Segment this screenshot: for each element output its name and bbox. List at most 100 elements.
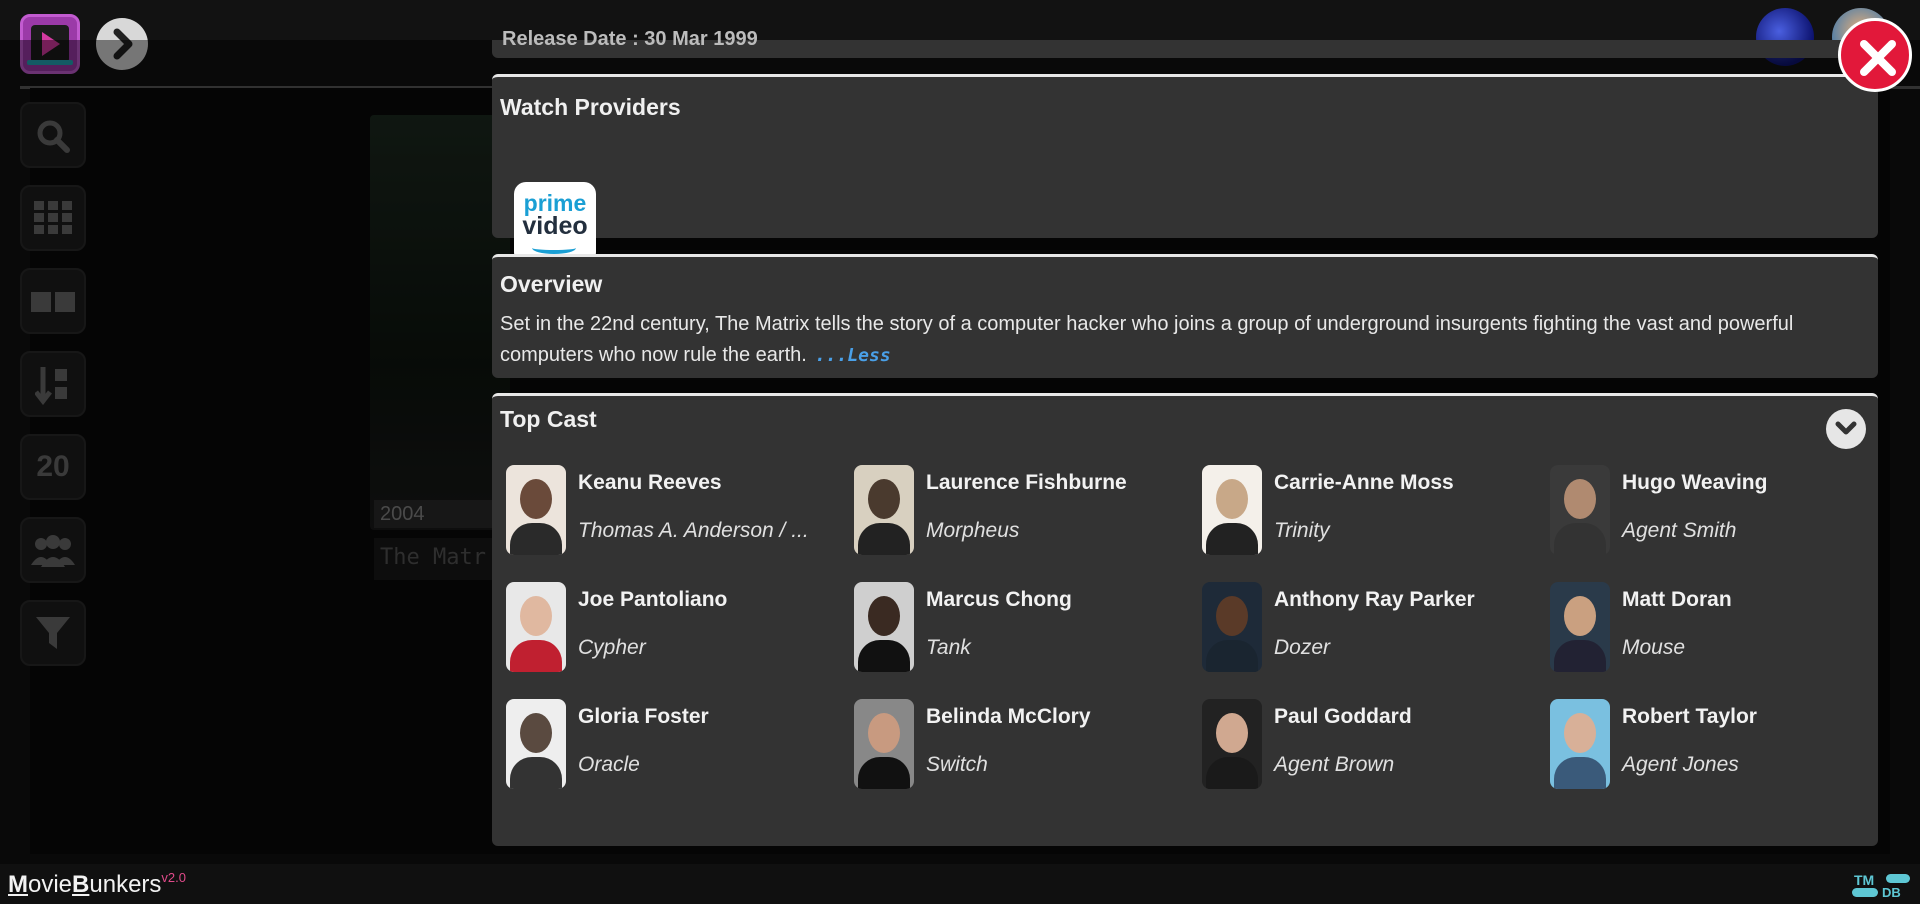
cast-member[interactable]: Paul Goddard Agent Brown (1202, 699, 1542, 791)
cast-photo-head (1564, 713, 1596, 753)
cast-role: Agent Jones (1622, 753, 1739, 776)
cast-name: Carrie-Anne Moss (1274, 471, 1454, 494)
cast-photo-head (1216, 713, 1248, 753)
cast-photo-body (510, 757, 562, 789)
cast-photo-head (868, 596, 900, 636)
cast-photo-head (520, 596, 552, 636)
cast-photo (1550, 699, 1610, 789)
cast-photo-head (868, 713, 900, 753)
cast-photo-body (510, 640, 562, 672)
cast-name: Robert Taylor (1622, 705, 1757, 728)
watch-providers-title: Watch Providers (500, 94, 681, 120)
cast-photo-body (1206, 757, 1258, 789)
brand-part-ovie: ovie (28, 871, 73, 898)
cast-photo-body (858, 640, 910, 672)
cast-member[interactable]: Carrie-Anne Moss Trinity (1202, 465, 1542, 557)
cast-member[interactable]: Joe Pantoliano Cypher (506, 582, 846, 674)
cast-name: Paul Goddard (1274, 705, 1412, 728)
cast-photo (1550, 582, 1610, 672)
release-date-text: Release Date : 30 Mar 1999 (502, 28, 758, 50)
cast-role: Switch (926, 753, 988, 776)
cast-member[interactable]: Matt Doran Mouse (1550, 582, 1890, 674)
cast-photo (1550, 465, 1610, 555)
watch-providers-panel: Watch Providers prime video (492, 74, 1878, 264)
show-less-link[interactable]: ...Less (815, 345, 891, 366)
close-modal-button[interactable] (1838, 18, 1912, 92)
cast-member[interactable]: Gloria Foster Oracle (506, 699, 846, 791)
brand-letter-m: M (8, 871, 28, 898)
movie-details-modal: Release Date : 30 Mar 1999 Watch Provide… (492, 28, 1878, 846)
cast-photo-body (1554, 757, 1606, 789)
cast-photo-body (1206, 523, 1258, 555)
cast-photo-body (858, 757, 910, 789)
cast-name: Marcus Chong (926, 588, 1072, 611)
cast-role: Morpheus (926, 519, 1020, 542)
cast-photo-head (868, 479, 900, 519)
cast-name: Keanu Reeves (578, 471, 722, 494)
cast-name: Gloria Foster (578, 705, 709, 728)
cast-name: Hugo Weaving (1622, 471, 1768, 494)
overview-panel: Overview Set in the 22nd century, The Ma… (492, 254, 1878, 378)
cast-photo (506, 699, 566, 789)
cast-photo-body (1554, 523, 1606, 555)
prime-video-provider[interactable]: prime video (514, 182, 596, 264)
cast-role: Trinity (1274, 519, 1330, 542)
top-cast-title: Top Cast (500, 406, 597, 432)
overview-text: Set in the 22nd century, The Matrix tell… (500, 309, 1872, 371)
overview-body: Set in the 22nd century, The Matrix tell… (500, 313, 1794, 366)
cast-member[interactable]: Keanu Reeves Thomas A. Anderson / ... (506, 465, 846, 557)
cast-photo-body (510, 523, 562, 555)
cast-photo (854, 582, 914, 672)
cast-photo-body (1554, 640, 1606, 672)
cast-photo-head (520, 713, 552, 753)
cast-member[interactable]: Laurence Fishburne Morpheus (854, 465, 1194, 557)
cast-photo (854, 699, 914, 789)
cast-photo (1202, 699, 1262, 789)
tmdb-pill-top (1886, 874, 1910, 883)
cast-role: Dozer (1274, 636, 1331, 659)
cast-name: Matt Doran (1622, 588, 1732, 611)
cast-photo (854, 465, 914, 555)
top-cast-panel: Top Cast Keanu Reeves Thomas A. Anderson … (492, 393, 1878, 846)
cast-photo (1202, 465, 1262, 555)
cast-role: Agent Brown (1274, 753, 1395, 776)
collapse-cast-button[interactable] (1826, 409, 1866, 449)
app-version: v2.0 (161, 870, 186, 885)
provider-logo-text-2: video (522, 212, 588, 240)
cast-photo (506, 465, 566, 555)
cast-role: Cypher (578, 636, 646, 659)
tmdb-text-bottom: DB (1882, 885, 1901, 900)
cast-photo-head (1216, 479, 1248, 519)
cast-photo (506, 582, 566, 672)
brand-letter-b: B (72, 871, 90, 898)
cast-name: Anthony Ray Parker (1274, 588, 1475, 611)
cast-name: Laurence Fishburne (926, 471, 1127, 494)
tmdb-logo[interactable]: TM DB (1852, 872, 1912, 900)
cast-role: Oracle (578, 753, 640, 776)
cast-photo-head (520, 479, 552, 519)
cast-role: Thomas A. Anderson / ... (578, 519, 809, 542)
cast-member[interactable]: Marcus Chong Tank (854, 582, 1194, 674)
overview-title: Overview (500, 271, 603, 297)
cast-photo (1202, 582, 1262, 672)
cast-photo-head (1216, 596, 1248, 636)
cast-member[interactable]: Belinda McClory Switch (854, 699, 1194, 791)
release-date-panel: Release Date : 30 Mar 1999 (492, 28, 1878, 58)
cast-member[interactable]: Hugo Weaving Agent Smith (1550, 465, 1890, 557)
tmdb-pill-bottom (1852, 888, 1878, 897)
brand-part-unkers: unkers (89, 871, 162, 898)
bottom-bar (0, 864, 1920, 904)
cast-photo-head (1564, 596, 1596, 636)
cast-photo-body (858, 523, 910, 555)
cast-name: Joe Pantoliano (578, 588, 728, 611)
chevron-down-icon (1835, 421, 1857, 435)
cast-member[interactable]: Robert Taylor Agent Jones (1550, 699, 1890, 791)
cast-role: Tank (926, 636, 971, 659)
cast-name: Belinda McClory (926, 705, 1091, 728)
brand-wordmark[interactable]: MovieBunkersv2.0 (8, 870, 186, 899)
amazon-smile-icon (532, 242, 576, 254)
close-icon (1860, 40, 1896, 76)
cast-member[interactable]: Anthony Ray Parker Dozer (1202, 582, 1542, 674)
provider-logo-text-1: prime (523, 190, 587, 216)
tmdb-text-top: TM (1854, 872, 1875, 888)
